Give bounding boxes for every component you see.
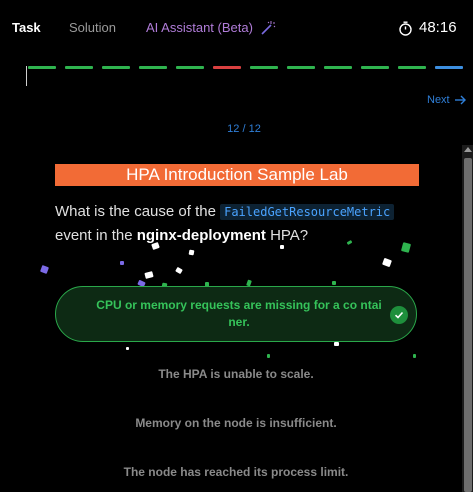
question-text: What is the cause of the FailedGetResour… — [55, 200, 435, 248]
progress-segment — [324, 66, 352, 69]
tab-task[interactable]: Task — [12, 20, 41, 36]
answer-option[interactable]: Memory on the node is insufficient. — [55, 416, 417, 430]
answer-option[interactable]: The node has reached its process limit. — [55, 465, 417, 479]
confetti-piece — [151, 241, 160, 251]
progress-segment — [102, 66, 130, 69]
confetti-piece — [332, 281, 336, 285]
confetti-piece — [280, 245, 284, 249]
progress-segment — [398, 66, 426, 69]
tab-solution[interactable]: Solution — [69, 20, 116, 36]
confetti-piece — [413, 354, 416, 358]
next-button[interactable]: Next — [427, 94, 466, 106]
question-prefix: What is the cause of the — [55, 203, 221, 220]
question-counter: 12 / 12 — [227, 123, 261, 135]
confetti-piece — [400, 242, 412, 253]
progress-segment — [250, 66, 278, 69]
progress-segment — [176, 66, 204, 69]
confetti-piece — [188, 249, 195, 256]
confetti-piece — [126, 347, 129, 350]
progress-segment — [28, 66, 56, 69]
confetti-piece — [334, 342, 339, 346]
question-code: FailedGetResourceMetric — [220, 204, 395, 220]
progress-segment — [65, 66, 93, 69]
magic-wand-icon — [261, 21, 276, 35]
confetti-piece — [382, 257, 392, 268]
stopwatch-icon — [399, 21, 412, 36]
progress-segment — [213, 66, 241, 69]
question-suffix: HPA? — [265, 227, 309, 244]
confetti-piece — [175, 266, 183, 275]
answer-option-label: CPU or memory requests are missing for a… — [96, 298, 382, 329]
arrow-right-icon — [454, 95, 466, 105]
progress-segment — [139, 66, 167, 69]
confetti-piece — [40, 265, 49, 274]
confetti-piece — [144, 271, 154, 279]
progress-segment — [287, 66, 315, 69]
top-navigation: Task Solution AI Assistant (Beta) 48:16 — [0, 0, 473, 56]
confetti-piece — [120, 261, 124, 265]
progress-segment — [361, 66, 389, 69]
next-label: Next — [427, 94, 450, 106]
scrollbar-thumb[interactable] — [464, 158, 472, 492]
answer-option-correct[interactable]: CPU or memory requests are missing for a… — [55, 286, 417, 342]
progress-segment — [435, 66, 463, 69]
timer-display: 48:16 — [419, 19, 457, 36]
progress-start-marker — [26, 66, 27, 86]
tab-ai-assistant[interactable]: AI Assistant (Beta) — [146, 20, 253, 36]
check-icon — [390, 306, 408, 324]
lab-title: HPA Introduction Sample Lab — [55, 164, 419, 186]
scroll-up-arrow-icon[interactable] — [464, 147, 472, 152]
confetti-piece — [267, 354, 270, 358]
answer-option[interactable]: The HPA is unable to scale. — [55, 367, 417, 381]
question-middle: event in the — [55, 227, 137, 244]
